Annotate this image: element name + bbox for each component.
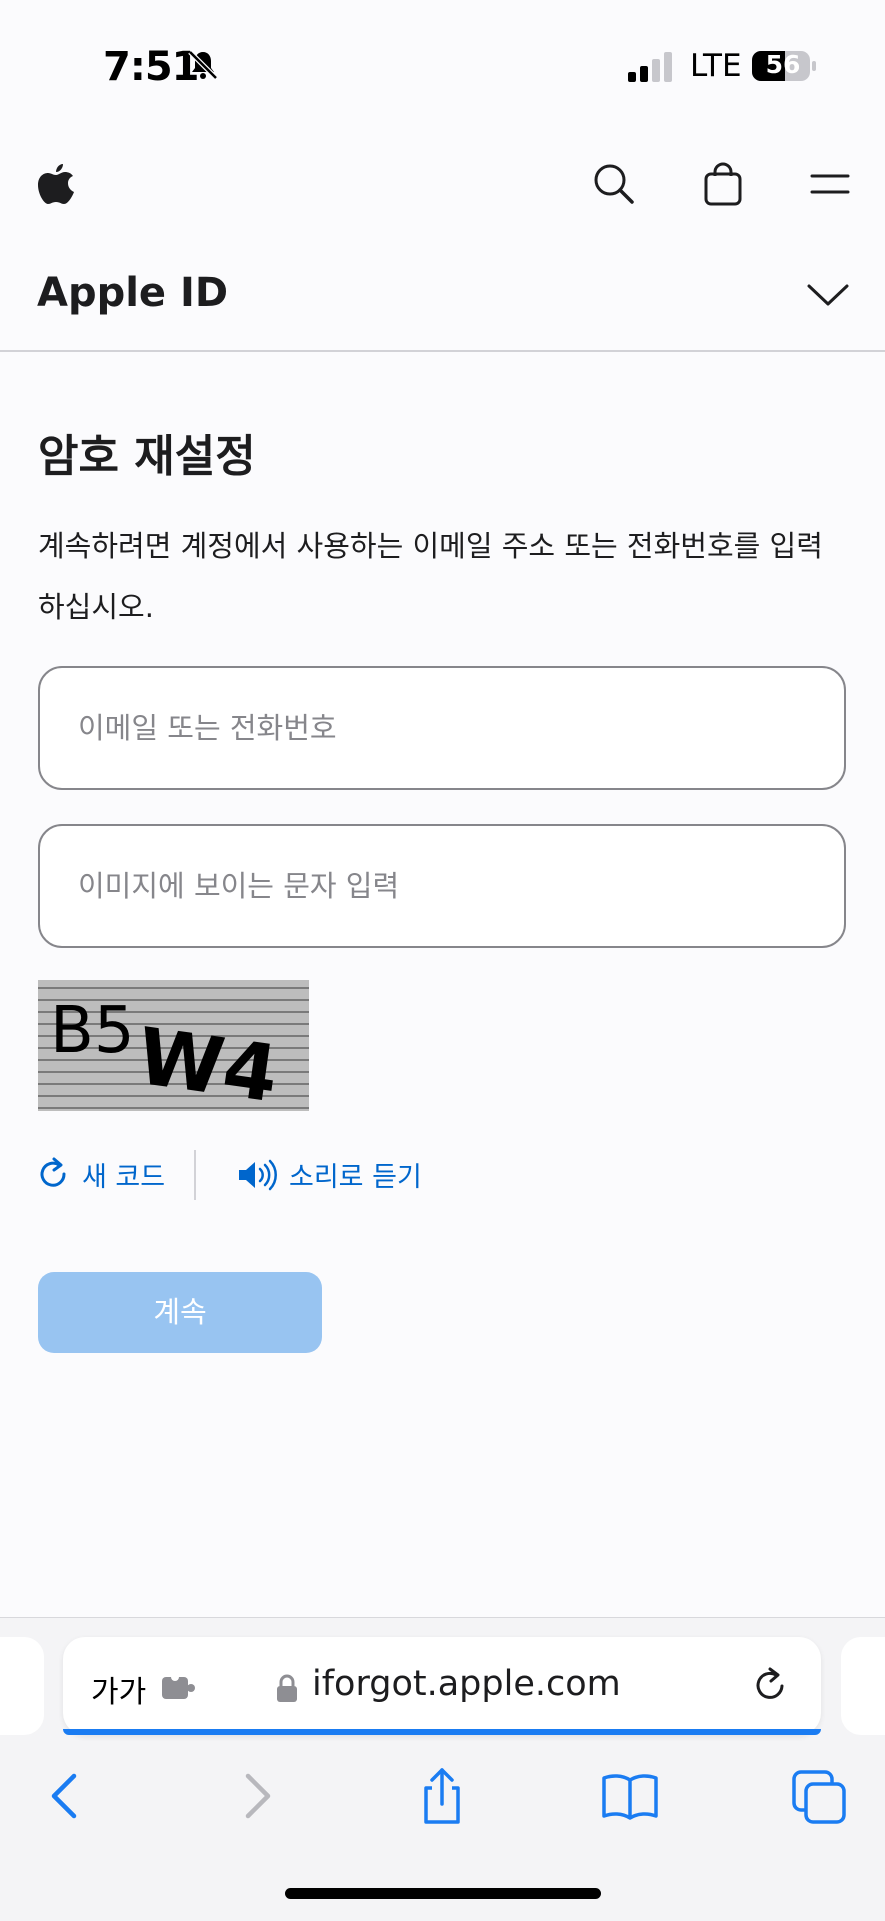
refresh-icon[interactable] [38, 1156, 70, 1192]
captcha-input[interactable] [40, 826, 844, 946]
bag-icon[interactable] [701, 162, 745, 206]
battery-level: 56 [765, 50, 801, 79]
network-type: LTE [690, 48, 742, 84]
lock-icon [277, 1674, 297, 1702]
listen-audio-link[interactable]: 소리로 듣기 [289, 1155, 422, 1194]
email-input[interactable] [40, 668, 844, 788]
speaker-icon[interactable] [237, 1158, 277, 1192]
search-icon[interactable] [592, 162, 636, 206]
silent-bell-icon [188, 50, 218, 80]
tabs-icon[interactable] [790, 1766, 850, 1826]
apple-logo-icon[interactable] [36, 160, 76, 208]
continue-button[interactable]: 계속 [38, 1272, 322, 1353]
section-title[interactable]: Apple ID [37, 270, 228, 316]
page-load-progress [63, 1729, 821, 1735]
next-tab-card[interactable] [841, 1637, 885, 1735]
description-text: 계속하려면 계정에서 사용하는 이메일 주소 또는 전화번호를 입력하십시오. [38, 529, 823, 624]
page-heading: 암호 재설정 [38, 431, 256, 482]
forward-icon[interactable] [226, 1766, 286, 1826]
extension-icon[interactable] [160, 1674, 198, 1702]
url-text[interactable]: iforgot.apple.com [312, 1664, 621, 1704]
previous-tab-card[interactable] [0, 1637, 44, 1735]
back-icon[interactable] [36, 1766, 96, 1826]
status-time: 7:51 [103, 44, 199, 90]
bookmarks-icon[interactable] [600, 1766, 660, 1826]
new-code-link[interactable]: 새 코드 [82, 1155, 165, 1194]
captcha-field[interactable] [38, 824, 846, 948]
svg-text:B5: B5 [50, 994, 135, 1068]
reload-icon[interactable] [752, 1664, 788, 1704]
home-indicator [285, 1888, 601, 1899]
menu-icon[interactable] [808, 162, 852, 206]
share-icon[interactable] [412, 1766, 472, 1826]
signal-icon [628, 52, 672, 82]
email-field[interactable] [38, 666, 846, 790]
chevron-down-icon[interactable] [806, 282, 850, 310]
captcha-image: B5 W4 [38, 980, 309, 1111]
text-size-button[interactable]: 가가 [91, 1667, 146, 1711]
link-divider [194, 1150, 196, 1200]
